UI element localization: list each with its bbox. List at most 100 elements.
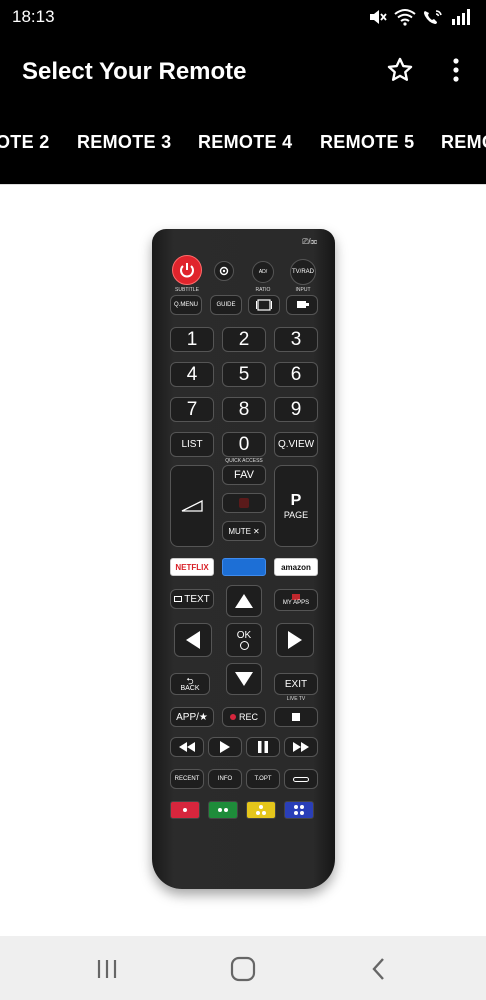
play-icon — [220, 741, 230, 753]
ok-label: OK — [236, 630, 252, 641]
info-button[interactable]: INFO — [208, 769, 242, 789]
power-button[interactable] — [172, 255, 202, 285]
home-icon — [230, 956, 256, 982]
mute-button[interactable]: MUTE ✕ — [222, 521, 266, 541]
rec-dot-icon — [229, 714, 236, 720]
fast-forward-button[interactable] — [284, 737, 318, 757]
digit-1-button[interactable]: 1 — [170, 327, 214, 352]
up-arrow-button[interactable] — [226, 585, 262, 617]
back-arrow-icon: ⮌ — [186, 675, 194, 686]
app-bar: Select Your Remote — [0, 34, 486, 110]
pause-button[interactable] — [246, 737, 280, 757]
arrow-left-icon — [186, 631, 200, 649]
tab-remote-6[interactable]: REMO — [441, 132, 486, 153]
digit-0-button[interactable]: 0 — [222, 432, 266, 457]
digit-5-button[interactable]: 5 — [222, 362, 266, 387]
back-label: BACK — [180, 684, 200, 692]
recents-button[interactable] — [92, 954, 122, 984]
down-arrow-button[interactable] — [226, 663, 262, 695]
rewind-icon — [179, 742, 195, 752]
yellow-key-button[interactable] — [246, 801, 276, 819]
exit-button[interactable]: EXIT — [274, 673, 318, 695]
ratio-label: RATIO — [255, 287, 271, 293]
digit-4-button[interactable]: 4 — [170, 362, 214, 387]
gear-icon — [219, 266, 229, 276]
ok-dot-icon — [239, 641, 249, 650]
digit-9-button[interactable]: 9 — [274, 397, 318, 422]
amazon-button[interactable]: amazon — [274, 558, 318, 576]
search-button[interactable] — [284, 769, 318, 789]
remote-content: ⎚/⌧ AD/ TV/RAD SUBTITLE RATIO INPUT Q.ME… — [0, 184, 486, 936]
tab-remote-2[interactable]: OTE 2 — [0, 132, 50, 153]
left-arrow-button[interactable] — [174, 623, 212, 657]
wifi-icon — [394, 9, 416, 26]
arrow-down-icon — [235, 672, 253, 686]
digit-2-button[interactable]: 2 — [222, 327, 266, 352]
input-icon — [297, 301, 309, 308]
star-outline-icon — [387, 57, 413, 81]
audio-description-button[interactable]: AD/ — [252, 261, 274, 283]
wifi-call-icon — [424, 10, 442, 24]
page-title: Select Your Remote — [22, 58, 247, 85]
subtitle-label: SUBTITLE — [175, 287, 199, 293]
input-button[interactable] — [286, 295, 318, 315]
tab-remote-4[interactable]: REMOTE 4 — [198, 132, 292, 153]
status-icons — [368, 8, 472, 26]
more-vert-icon — [453, 58, 459, 82]
digit-8-button[interactable]: 8 — [222, 397, 266, 422]
remote-tabs: OTE 2 REMOTE 3 REMOTE 4 REMOTE 5 REMO — [0, 110, 486, 184]
guide-button[interactable]: GUIDE — [210, 295, 242, 315]
tab-remote-5[interactable]: REMOTE 5 — [320, 132, 414, 153]
my-apps-button[interactable]: MY APPS — [274, 589, 318, 611]
overflow-menu-button[interactable] — [448, 56, 464, 84]
remote-control: ⎚/⌧ AD/ TV/RAD SUBTITLE RATIO INPUT Q.ME… — [152, 229, 335, 889]
text-button[interactable]: TEXT — [170, 589, 214, 609]
status-bar: 18:13 — [0, 0, 486, 34]
q-menu-button[interactable]: Q.MENU — [170, 295, 202, 315]
volume-rocker[interactable] — [170, 465, 214, 547]
rec-label: REC — [238, 712, 258, 722]
favorite-button[interactable] — [386, 56, 414, 84]
settings-button[interactable] — [214, 261, 234, 281]
green-key-button[interactable] — [208, 801, 238, 819]
digit-6-button[interactable]: 6 — [274, 362, 318, 387]
ok-button[interactable]: OK — [226, 623, 262, 657]
netflix-button[interactable]: NETFLIX — [170, 558, 214, 576]
rewind-button[interactable] — [170, 737, 204, 757]
tv-rad-button[interactable]: TV/RAD — [290, 259, 316, 285]
recent-button[interactable]: RECENT — [170, 769, 204, 789]
my-apps-label: MY APPS — [282, 600, 310, 606]
signal-icon — [452, 9, 470, 25]
right-arrow-button[interactable] — [276, 623, 314, 657]
home-button[interactable] — [228, 954, 258, 984]
list-button[interactable]: LIST — [170, 432, 214, 457]
t-opt-button[interactable]: T.OPT — [246, 769, 280, 789]
pause-icon — [258, 741, 268, 753]
digit-7-button[interactable]: 7 — [170, 397, 214, 422]
back-button[interactable]: ⮌ BACK — [170, 673, 210, 695]
digit-3-button[interactable]: 3 — [274, 327, 318, 352]
back-nav-button[interactable] — [364, 954, 394, 984]
blue-streaming-button[interactable] — [222, 558, 266, 576]
red-key-button[interactable] — [170, 801, 200, 819]
play-button[interactable] — [208, 737, 242, 757]
volume-icon — [181, 500, 203, 512]
red-dot-icon — [239, 498, 249, 508]
text-label: TEXT — [184, 593, 210, 605]
blue-key-button[interactable] — [284, 801, 314, 819]
system-nav-bar — [0, 936, 486, 1000]
center-red-button[interactable] — [222, 493, 266, 513]
power-icon — [180, 263, 194, 278]
q-view-button[interactable]: Q.VIEW — [274, 432, 318, 457]
stop-button[interactable] — [274, 707, 318, 727]
live-tv-label: LIVE TV — [286, 696, 306, 702]
tab-remote-3[interactable]: REMOTE 3 — [77, 132, 171, 153]
ratio-icon — [256, 299, 272, 311]
mute-label: MUTE — [228, 526, 251, 536]
app-button[interactable]: APP/★ — [170, 707, 214, 727]
fav-button[interactable]: FAV — [222, 465, 266, 485]
rec-button[interactable]: REC — [222, 707, 266, 727]
ratio-button[interactable] — [248, 295, 280, 315]
program-rocker[interactable]: P PAGE — [274, 465, 318, 547]
arrow-up-icon — [235, 594, 253, 608]
